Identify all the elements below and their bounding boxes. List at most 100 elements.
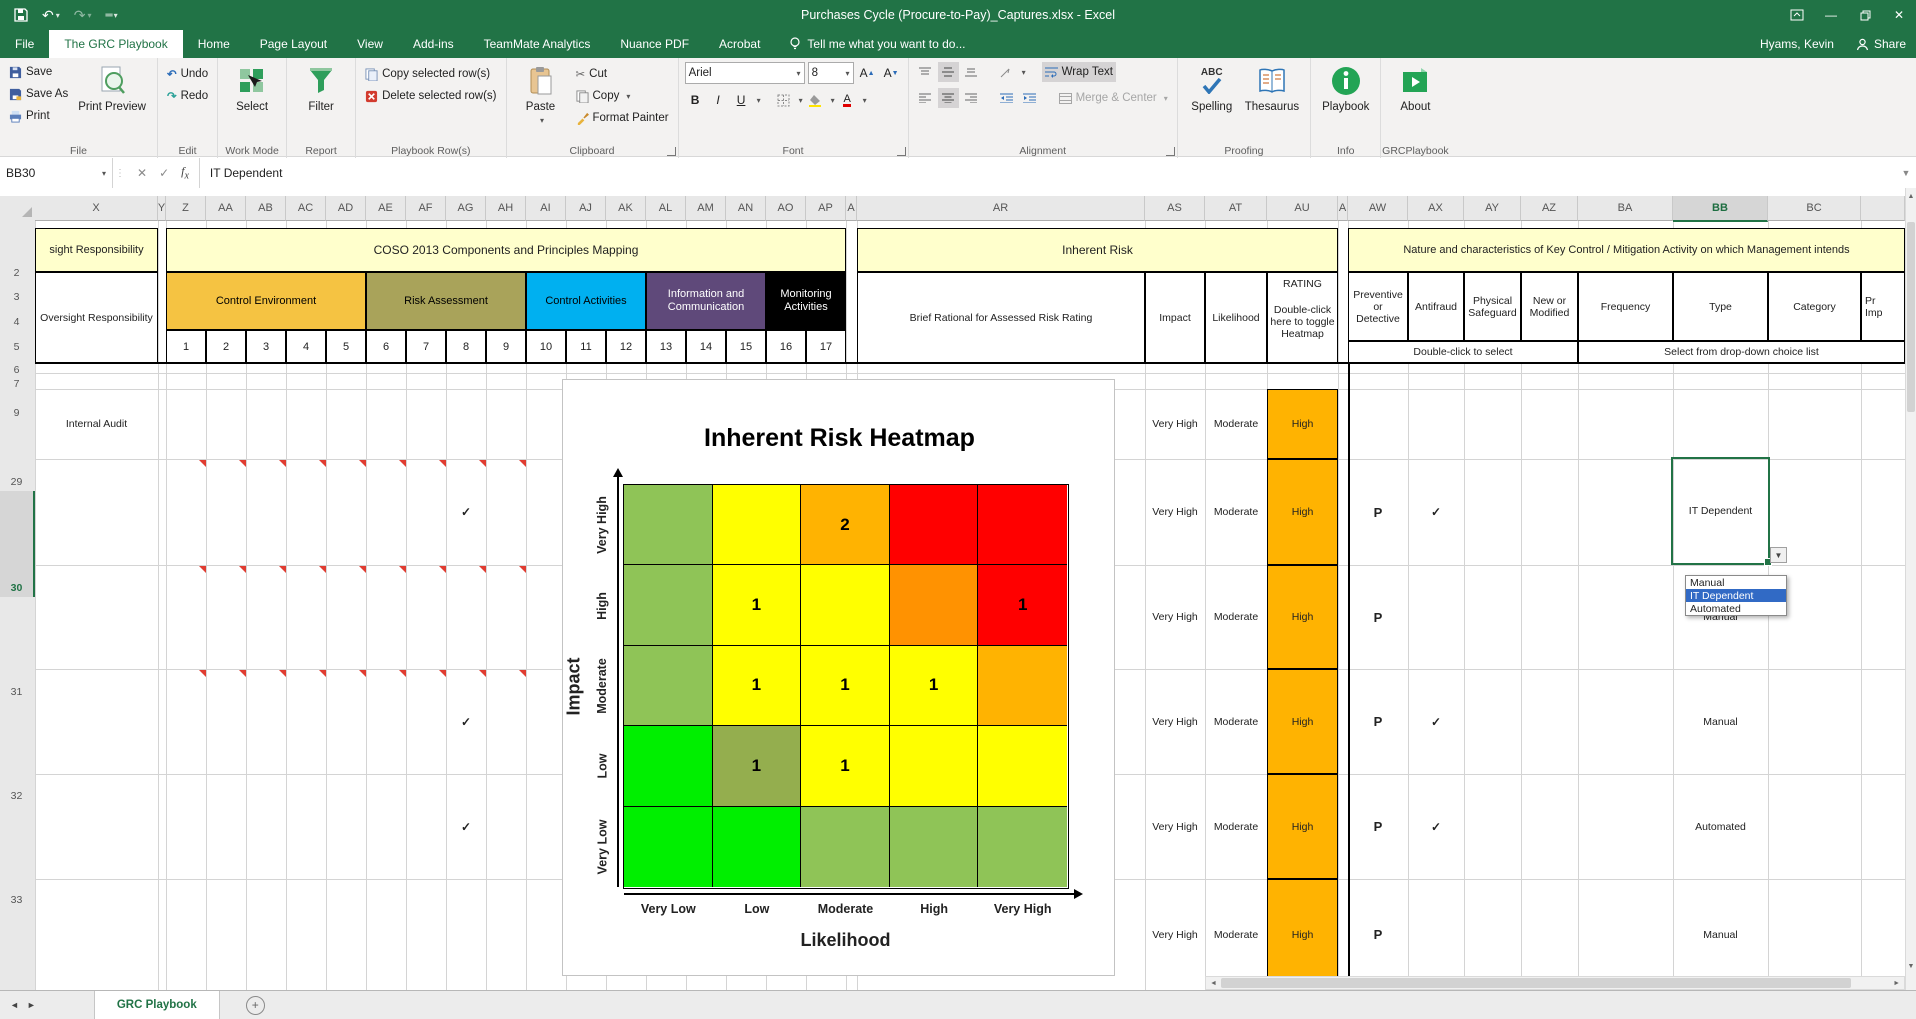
column-header-idx32[interactable] — [1861, 196, 1905, 221]
cell-coso-check[interactable]: ✓ — [446, 669, 486, 774]
cell-preventive[interactable]: P — [1348, 669, 1408, 774]
row-header-29[interactable]: 29 — [0, 476, 33, 488]
middle-align-button[interactable] — [938, 62, 959, 82]
underline-dropdown[interactable]: ▾ — [757, 96, 761, 105]
row-header-7[interactable]: 7 — [0, 378, 33, 390]
orientation-button[interactable] — [996, 62, 1017, 82]
ribbon-tab-file[interactable]: File — [0, 30, 49, 58]
column-header-BA[interactable]: BA — [1578, 196, 1673, 221]
column-header-A[interactable]: A — [846, 196, 857, 221]
font-name-combo[interactable]: Ariel▾ — [685, 62, 805, 84]
inherent-risk-heatmap-chart[interactable]: Inherent Risk Heatmap 21111111Very HighH… — [562, 379, 1115, 976]
cell-impact[interactable]: Very High — [1145, 669, 1205, 774]
cell-likelihood[interactable]: Moderate — [1205, 879, 1267, 990]
undo-button[interactable]: ↶Undo — [164, 64, 211, 84]
share-button[interactable]: Share — [1856, 37, 1906, 51]
column-header-AK[interactable]: AK — [606, 196, 646, 221]
print-preview-button[interactable]: Print Preview — [73, 62, 151, 126]
cell-likelihood[interactable]: Moderate — [1205, 565, 1267, 669]
ribbon-tab-teammate-analytics[interactable]: TeamMate Analytics — [469, 30, 606, 58]
cell-likelihood[interactable]: Moderate — [1205, 774, 1267, 879]
row-header-9[interactable]: 9 — [0, 407, 33, 419]
select-all-corner[interactable] — [0, 196, 36, 221]
ribbon-tab-view[interactable]: View — [342, 30, 398, 58]
column-header-AF[interactable]: AF — [406, 196, 446, 221]
column-header-AX[interactable]: AX — [1408, 196, 1464, 221]
name-box[interactable]: BB30▾ — [0, 158, 113, 188]
sheet-tab-grc-playbook[interactable]: GRC Playbook — [94, 991, 220, 1019]
column-header-AI[interactable]: AI — [526, 196, 566, 221]
row-header-2[interactable]: 2 — [0, 267, 33, 279]
ribbon-tab-the-grc-playbook[interactable]: The GRC Playbook — [49, 30, 182, 58]
cell-rating[interactable]: High — [1267, 879, 1338, 990]
align-center-button[interactable] — [938, 88, 959, 108]
dropdown-arrow-button[interactable]: ▼ — [1770, 547, 1787, 563]
thesaurus-button[interactable]: Thesaurus — [1240, 62, 1304, 116]
tell-me-box[interactable]: Tell me what you want to do... — [775, 30, 979, 58]
sheet-nav-next-icon[interactable]: ► — [27, 1000, 36, 1010]
horizontal-scrollbar[interactable]: ◄ ► — [1205, 976, 1905, 990]
column-header-AB[interactable]: AB — [246, 196, 286, 221]
cell-preventive[interactable]: P — [1348, 459, 1408, 565]
align-left-button[interactable] — [915, 88, 936, 108]
row-header-30[interactable]: 30 — [0, 582, 33, 594]
font-dialog-launcher[interactable] — [897, 147, 906, 156]
vertical-scroll-thumb[interactable] — [1907, 222, 1915, 412]
column-header-AM[interactable]: AM — [686, 196, 726, 221]
column-header-AA[interactable]: AA — [206, 196, 246, 221]
column-header-AT[interactable]: AT — [1205, 196, 1267, 221]
restore-button[interactable] — [1848, 0, 1882, 30]
align-right-button[interactable] — [961, 88, 982, 108]
cell-rating[interactable]: High — [1267, 565, 1338, 669]
cell-rating[interactable]: High — [1267, 774, 1338, 879]
paste-button[interactable]: Paste▾ — [513, 62, 569, 129]
redo-button[interactable]: ↷Redo — [164, 86, 211, 106]
column-header-BB[interactable]: BB — [1673, 196, 1768, 222]
close-button[interactable]: ✕ — [1882, 0, 1916, 30]
dropdown-item-manual[interactable]: Manual — [1686, 576, 1786, 589]
column-header-X[interactable]: X — [35, 196, 158, 221]
cell-rating[interactable]: High — [1267, 669, 1338, 774]
cell-control-type[interactable]: Automated — [1673, 774, 1768, 879]
column-header-AS[interactable]: AS — [1145, 196, 1205, 221]
cancel-icon[interactable]: ✕ — [137, 166, 147, 180]
column-header-AP[interactable]: AP — [806, 196, 846, 221]
orientation-dropdown[interactable]: ▾ — [1022, 68, 1026, 77]
delete-selected-rows-button[interactable]: Delete selected row(s) — [362, 86, 499, 106]
cell-impact[interactable]: Very High — [1145, 389, 1205, 459]
dropdown-item-it-dependent[interactable]: IT Dependent — [1686, 589, 1786, 602]
cell-antifraud[interactable]: ✓ — [1408, 774, 1464, 879]
cell-antifraud[interactable]: ✓ — [1408, 669, 1464, 774]
fill-color-button[interactable] — [805, 90, 826, 110]
ribbon-tab-acrobat[interactable]: Acrobat — [704, 30, 775, 58]
top-align-button[interactable] — [915, 62, 936, 82]
increase-indent-button[interactable] — [1019, 88, 1040, 108]
column-header-BC[interactable]: BC — [1768, 196, 1861, 221]
cell-rating[interactable]: High — [1267, 459, 1338, 565]
cell-coso-check[interactable]: ✓ — [446, 774, 486, 879]
sheet-nav-prev-icon[interactable]: ◄ — [10, 1000, 19, 1010]
format-painter-button[interactable]: Format Painter — [573, 108, 672, 128]
shrink-font-button[interactable]: A▼ — [881, 63, 902, 83]
select-button[interactable]: Select — [224, 62, 280, 116]
clipboard-dialog-launcher[interactable] — [667, 147, 676, 156]
column-header-Y[interactable]: Y — [158, 196, 166, 221]
column-header-AD[interactable]: AD — [326, 196, 366, 221]
column-header-AN[interactable]: AN — [726, 196, 766, 221]
insert-function-icon[interactable]: fx — [181, 164, 189, 181]
row-header-32[interactable]: 32 — [0, 790, 33, 802]
alignment-dialog-launcher[interactable] — [1166, 147, 1175, 156]
vertical-scrollbar[interactable]: ▲ ▼ — [1905, 188, 1916, 990]
filter-button[interactable]: Filter — [293, 62, 349, 116]
cell-likelihood[interactable]: Moderate — [1205, 459, 1267, 565]
cell-control-type[interactable]: Manual — [1673, 879, 1768, 990]
ribbon-tab-nuance-pdf[interactable]: Nuance PDF — [605, 30, 704, 58]
cell-coso-check[interactable]: ✓ — [446, 459, 486, 565]
column-header-AY[interactable]: AY — [1464, 196, 1521, 221]
column-header-A[interactable]: A — [1338, 196, 1348, 221]
column-header-AC[interactable]: AC — [286, 196, 326, 221]
enter-icon[interactable]: ✓ — [159, 166, 169, 180]
cell-likelihood[interactable]: Moderate — [1205, 389, 1267, 459]
about-button[interactable]: About — [1387, 62, 1443, 116]
formula-bar-expand-icon[interactable]: ▼ — [1896, 158, 1916, 188]
